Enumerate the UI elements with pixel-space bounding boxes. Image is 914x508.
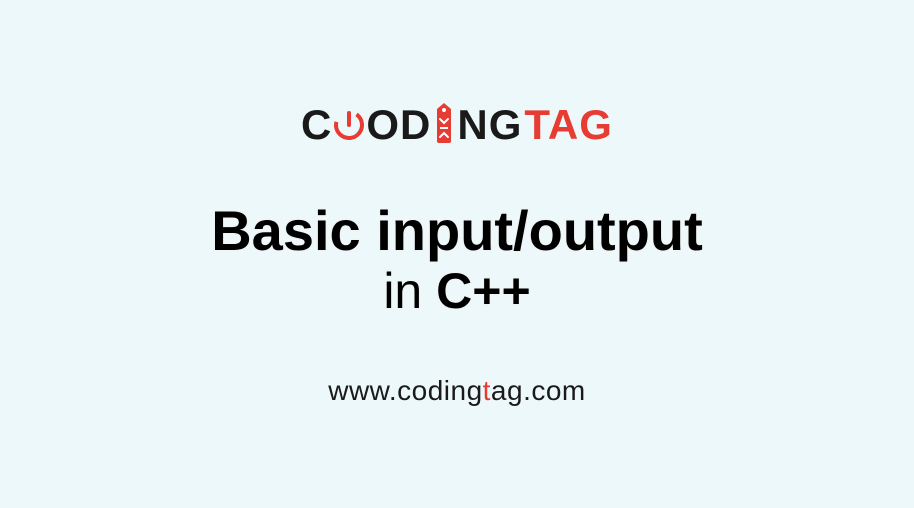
url-part1: www.coding	[328, 375, 482, 406]
logo-letters-ng: NG	[457, 101, 522, 149]
price-tag-icon	[433, 101, 455, 145]
title-line-2: in C++	[211, 263, 703, 321]
url-red-t: t	[483, 375, 491, 406]
logo-letters-od: OD	[366, 101, 431, 149]
title-cpp-text: C++	[436, 263, 531, 319]
main-title: Basic input/output in C++	[211, 199, 703, 321]
title-in-text: in	[383, 263, 436, 319]
logo-letter-c: C	[301, 101, 332, 149]
title-line-1: Basic input/output	[211, 199, 703, 263]
logo-power-icon	[333, 109, 365, 141]
logo-text-coding: C OD NG	[301, 101, 522, 149]
website-url: www.codingtag.com	[328, 375, 586, 407]
url-part2: ag.com	[491, 375, 586, 406]
logo-text-tag: TAG	[524, 101, 613, 149]
brand-logo: C OD NG TAG	[301, 101, 613, 149]
